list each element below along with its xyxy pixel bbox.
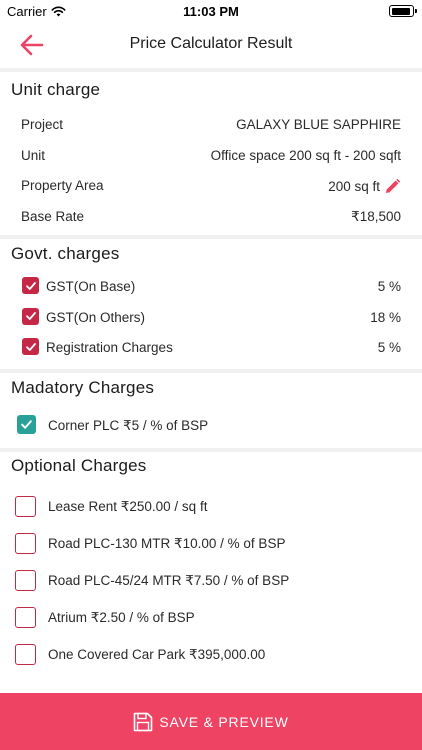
check-icon	[25, 281, 36, 290]
govt-row-gst-base: GST(On Base) 5 %	[0, 271, 422, 302]
mandatory-charges-heading: Madatory Charges	[11, 377, 155, 397]
mandatory-charges-section: Madatory Charges Corner PLC ₹5 / % of BS…	[0, 373, 422, 446]
nav-bar: Price Calculator Result	[0, 22, 422, 68]
row-label: Lease Rent ₹250.00 / sq ft	[48, 498, 208, 514]
check-icon	[21, 419, 32, 429]
registration-checkbox[interactable]	[22, 338, 39, 355]
row-label: Project	[21, 117, 64, 132]
optional-row-lease-rent: Lease Rent ₹250.00 / sq ft	[0, 487, 422, 524]
row-label: Registration Charges	[46, 340, 173, 355]
govt-row-gst-others: GST(On Others) 18 %	[0, 302, 422, 333]
govt-charges-heading: Govt. charges	[11, 244, 120, 263]
row-label: GST(On Others)	[46, 309, 146, 325]
result-content: Unit charge Project GALAXY BLUE SAPPHIRE…	[0, 68, 422, 672]
gst-others-checkbox[interactable]	[22, 307, 39, 325]
property-area-value: 200 sq ft	[328, 179, 380, 194]
atrium-checkbox[interactable]	[15, 606, 36, 628]
gst-base-checkbox[interactable]	[22, 277, 39, 294]
unit-row-base-rate: Base Rate ₹18,500	[0, 201, 422, 232]
row-label: Property Area	[21, 178, 104, 193]
row-value: 5 %	[377, 340, 401, 355]
row-label: Corner PLC ₹5 / % of BSP	[48, 417, 209, 433]
car-park-checkbox[interactable]	[15, 643, 36, 665]
status-time: 11:03 PM	[183, 4, 239, 19]
optional-row-car-park: One Covered Car Park ₹395,000.00	[0, 635, 422, 672]
row-label: Road PLC-130 MTR ₹10.00 / % of BSP	[48, 535, 286, 551]
road-plc-45-checkbox[interactable]	[15, 569, 36, 591]
edit-pencil-icon[interactable]	[384, 178, 401, 195]
row-label: Road PLC-45/24 MTR ₹7.50 / % of BSP	[48, 572, 290, 588]
unit-row-project: Project GALAXY BLUE SAPPHIRE	[0, 109, 422, 140]
row-value: 5 %	[377, 279, 401, 294]
save-icon	[134, 712, 153, 731]
check-icon	[25, 312, 36, 320]
row-label: One Covered Car Park ₹395,000.00	[48, 646, 266, 662]
optional-row-road-plc-45: Road PLC-45/24 MTR ₹7.50 / % of BSP	[0, 561, 422, 598]
row-value-group: 200 sq ft	[328, 178, 401, 195]
optional-row-road-plc-130: Road PLC-130 MTR ₹10.00 / % of BSP	[0, 524, 422, 561]
road-plc-130-checkbox[interactable]	[15, 532, 36, 554]
check-icon	[25, 342, 36, 351]
save-preview-button[interactable]: SAVE & PREVIEW	[0, 693, 422, 750]
corner-plc-checkbox[interactable]	[17, 414, 36, 434]
unit-charge-heading: Unit charge	[11, 80, 101, 99]
mandatory-row-corner-plc: Corner PLC ₹5 / % of BSP	[0, 405, 422, 446]
unit-charge-section: Unit charge Project GALAXY BLUE SAPPHIRE…	[0, 72, 422, 231]
row-value: GALAXY BLUE SAPPHIRE	[236, 117, 401, 132]
status-bar: Carrier 11:03 PM	[0, 0, 422, 22]
optional-charges-section: Optional Charges Lease Rent ₹250.00 / sq…	[0, 452, 422, 672]
battery-icon	[389, 5, 417, 17]
optional-row-atrium: Atrium ₹2.50 / % of BSP	[0, 598, 422, 635]
unit-row-unit: Unit Office space 200 sq ft - 200 sqft	[0, 140, 422, 171]
save-preview-label: SAVE & PREVIEW	[159, 713, 289, 730]
row-label: GST(On Base)	[46, 279, 136, 294]
row-label: Unit	[21, 147, 46, 163]
lease-rent-checkbox[interactable]	[15, 495, 36, 517]
row-label: Base Rate	[21, 208, 85, 224]
row-value: ₹18,500	[351, 208, 401, 224]
row-value: 18 %	[370, 309, 401, 325]
row-label: Atrium ₹2.50 / % of BSP	[48, 609, 195, 625]
row-value: Office space 200 sq ft - 200 sqft	[210, 147, 401, 163]
page-title: Price Calculator Result	[129, 35, 293, 52]
unit-row-property-area: Property Area 200 sq ft	[0, 170, 422, 201]
optional-charges-heading: Optional Charges	[11, 455, 147, 475]
govt-charges-section: Govt. charges GST(On Base) 5 % GST(On Ot…	[0, 239, 422, 363]
govt-row-registration: Registration Charges 5 %	[0, 332, 422, 363]
